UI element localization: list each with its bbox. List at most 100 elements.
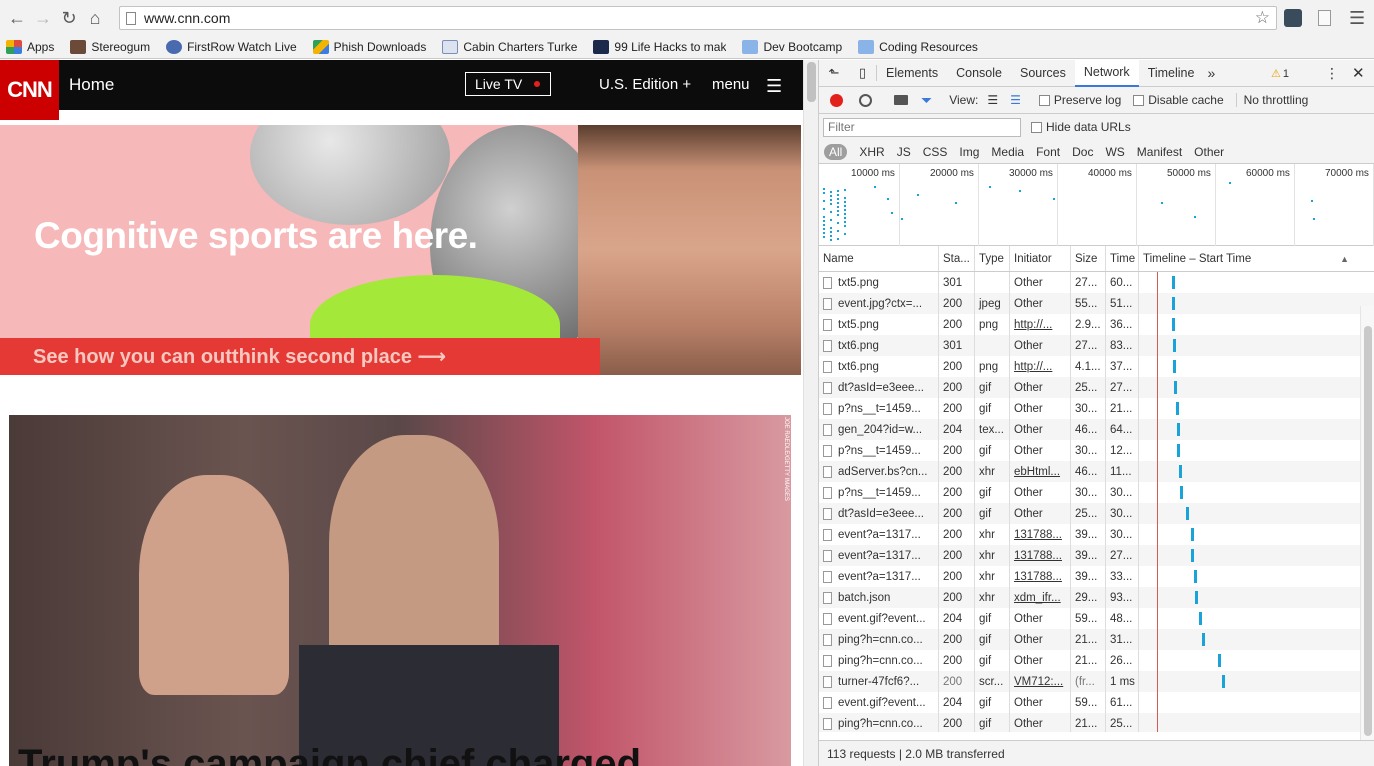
bookmark-dev-bootcamp[interactable]: Dev Bootcamp bbox=[742, 40, 842, 54]
cell-initiator[interactable]: 131788... bbox=[1010, 545, 1071, 566]
hamburger-icon[interactable]: ☰ bbox=[766, 76, 782, 97]
cell-initiator[interactable]: VM712:... bbox=[1010, 671, 1071, 692]
hide-data-urls-checkbox[interactable]: Hide data URLs bbox=[1031, 120, 1131, 134]
more-tabs-icon[interactable]: » bbox=[1203, 65, 1219, 81]
devtools-menu-icon[interactable]: ⋮ bbox=[1325, 65, 1339, 82]
bookmark-coding-resources[interactable]: Coding Resources bbox=[858, 40, 978, 54]
edition-selector[interactable]: U.S. Edition + bbox=[599, 76, 691, 93]
waterfall-bar[interactable] bbox=[1172, 297, 1175, 310]
request-row[interactable]: txt6.png 200 png http://... 4.1... 37... bbox=[819, 356, 1374, 377]
request-row[interactable]: p?ns__t=1459... 200 gif Other 30... 21... bbox=[819, 398, 1374, 419]
request-row[interactable]: ping?h=cnn.co... 200 gif Other 21... 31... bbox=[819, 629, 1374, 650]
clear-icon[interactable] bbox=[859, 93, 872, 107]
type-doc[interactable]: Doc bbox=[1072, 145, 1093, 159]
warning-indicator[interactable]: ⚠ 1 bbox=[1271, 67, 1289, 81]
extension-icon[interactable] bbox=[1284, 9, 1302, 27]
request-row[interactable]: txt5.png 200 png http://... 2.9... 36... bbox=[819, 314, 1374, 335]
waterfall-bar[interactable] bbox=[1218, 654, 1221, 667]
type-css[interactable]: CSS bbox=[923, 145, 948, 159]
ad-banner[interactable]: Cognitive sports are here. See how you c… bbox=[0, 125, 801, 375]
waterfall-bar[interactable] bbox=[1173, 339, 1176, 352]
request-row[interactable]: txt6.png 301 Other 27... 83... bbox=[819, 335, 1374, 356]
waterfall-bar[interactable] bbox=[1222, 675, 1225, 688]
forward-arrow-icon[interactable]: → bbox=[30, 5, 56, 31]
type-manifest[interactable]: Manifest bbox=[1137, 145, 1182, 159]
overview-icon[interactable]: ☰ bbox=[1010, 93, 1021, 107]
col-name[interactable]: Name bbox=[819, 246, 939, 271]
request-row[interactable]: dt?asId=e3eee... 200 gif Other 25... 27... bbox=[819, 377, 1374, 398]
request-row[interactable]: turner-47fcf6?... 200 scr... VM712:... (fr..… bbox=[819, 671, 1374, 692]
col-initiator[interactable]: Initiator bbox=[1010, 246, 1071, 271]
requests-scrollbar-thumb[interactable] bbox=[1364, 326, 1372, 736]
filter-funnel-icon[interactable]: ⏷ bbox=[921, 92, 932, 109]
request-row[interactable]: event?a=1317... 200 xhr 131788... 39... 30... bbox=[819, 524, 1374, 545]
type-xhr[interactable]: XHR bbox=[859, 145, 884, 159]
tab-network[interactable]: Network bbox=[1074, 59, 1139, 87]
waterfall-bar[interactable] bbox=[1176, 402, 1179, 415]
tab-sources[interactable]: Sources bbox=[1011, 60, 1075, 87]
col-type[interactable]: Type bbox=[975, 246, 1010, 271]
tab-timeline[interactable]: Timeline bbox=[1139, 60, 1204, 87]
preserve-log-checkbox[interactable]: Preserve log bbox=[1038, 93, 1121, 107]
page-scrollbar-thumb[interactable] bbox=[807, 62, 816, 102]
waterfall-bar[interactable] bbox=[1186, 507, 1189, 520]
waterfall-bar[interactable] bbox=[1172, 318, 1175, 331]
waterfall-bar[interactable] bbox=[1199, 612, 1202, 625]
page-scrollbar[interactable] bbox=[803, 60, 818, 766]
ad-cta-link[interactable]: See how you can outthink second place ⟶ bbox=[0, 338, 600, 375]
cell-initiator[interactable]: http://... bbox=[1010, 356, 1071, 377]
filter-input[interactable] bbox=[823, 117, 1021, 137]
request-row[interactable]: dt?asId=e3eee... 200 gif Other 25... 30... bbox=[819, 503, 1374, 524]
cell-initiator[interactable]: 131788... bbox=[1010, 524, 1071, 545]
waterfall-bar[interactable] bbox=[1174, 381, 1177, 394]
chrome-menu-icon[interactable]: ☰ bbox=[1349, 8, 1365, 29]
cell-initiator[interactable]: 131788... bbox=[1010, 566, 1071, 587]
bookmark-star-icon[interactable]: ☆ bbox=[1255, 8, 1270, 28]
live-tv-button[interactable]: Live TV bbox=[465, 72, 551, 96]
waterfall-bar[interactable] bbox=[1194, 570, 1197, 583]
request-row[interactable]: ping?h=cnn.co... 200 gif Other 21... 25... bbox=[819, 713, 1374, 732]
inspect-element-icon[interactable]: ⬑ bbox=[819, 65, 849, 81]
waterfall-bar[interactable] bbox=[1177, 423, 1180, 436]
waterfall-bar[interactable] bbox=[1202, 633, 1205, 646]
request-row[interactable]: event.gif?event... 204 gif Other 59... 48... bbox=[819, 608, 1374, 629]
waterfall-bar[interactable] bbox=[1173, 360, 1176, 373]
type-media[interactable]: Media bbox=[991, 145, 1024, 159]
waterfall-bar[interactable] bbox=[1172, 276, 1175, 289]
menu-label[interactable]: menu bbox=[712, 76, 750, 93]
url-text[interactable]: www.cnn.com bbox=[144, 10, 230, 26]
request-row[interactable]: event.jpg?ctx=... 200 jpeg Other 55... 51... bbox=[819, 293, 1374, 314]
request-row[interactable]: gen_204?id=w... 204 tex... Other 46... 64... bbox=[819, 419, 1374, 440]
request-row[interactable]: event?a=1317... 200 xhr 131788... 39... 27... bbox=[819, 545, 1374, 566]
request-row[interactable]: batch.json 200 xhr xdm_ifr... 29... 93... bbox=[819, 587, 1374, 608]
cell-initiator[interactable]: ebHtml... bbox=[1010, 461, 1071, 482]
request-row[interactable]: ping?h=cnn.co... 200 gif Other 21... 26... bbox=[819, 650, 1374, 671]
bookmark-stereogum[interactable]: Stereogum bbox=[70, 40, 150, 54]
bookmark-firstrow[interactable]: FirstRow Watch Live bbox=[166, 40, 297, 54]
request-row[interactable]: txt5.png 301 Other 27... 60... bbox=[819, 272, 1374, 293]
waterfall-bar[interactable] bbox=[1180, 486, 1183, 499]
story-headline[interactable]: Trump's campaign chief charged bbox=[18, 742, 641, 766]
waterfall-bar[interactable] bbox=[1177, 444, 1180, 457]
type-js[interactable]: JS bbox=[897, 145, 911, 159]
section-title[interactable]: Home bbox=[69, 75, 114, 95]
bookmark-lifehacks[interactable]: 99 Life Hacks to mak bbox=[593, 40, 726, 54]
story-photo[interactable]: JOE RAEDLE/GETTY IMAGES bbox=[9, 415, 791, 766]
cell-initiator[interactable]: xdm_ifr... bbox=[1010, 587, 1071, 608]
requests-scrollbar[interactable] bbox=[1360, 306, 1374, 740]
throttling-select[interactable]: No throttling bbox=[1235, 93, 1308, 107]
address-bar[interactable]: www.cnn.com ☆ bbox=[119, 6, 1277, 30]
record-icon[interactable] bbox=[830, 93, 843, 107]
large-rows-icon[interactable]: ☰ bbox=[987, 93, 998, 107]
col-status[interactable]: Sta... bbox=[939, 246, 975, 271]
type-all[interactable]: All bbox=[824, 143, 848, 160]
reload-icon[interactable]: ↻ bbox=[56, 5, 82, 31]
extension-page-icon[interactable] bbox=[1318, 10, 1331, 26]
disable-cache-checkbox[interactable]: Disable cache bbox=[1133, 93, 1224, 107]
bookmark-apps[interactable]: Apps bbox=[6, 40, 54, 54]
col-size[interactable]: Size bbox=[1071, 246, 1106, 271]
request-row[interactable]: event?a=1317... 200 xhr 131788... 39... 33... bbox=[819, 566, 1374, 587]
bookmark-phish[interactable]: Phish Downloads bbox=[312, 40, 426, 54]
request-row[interactable]: adServer.bs?cn... 200 xhr ebHtml... 46... 11.… bbox=[819, 461, 1374, 482]
type-img[interactable]: Img bbox=[959, 145, 979, 159]
